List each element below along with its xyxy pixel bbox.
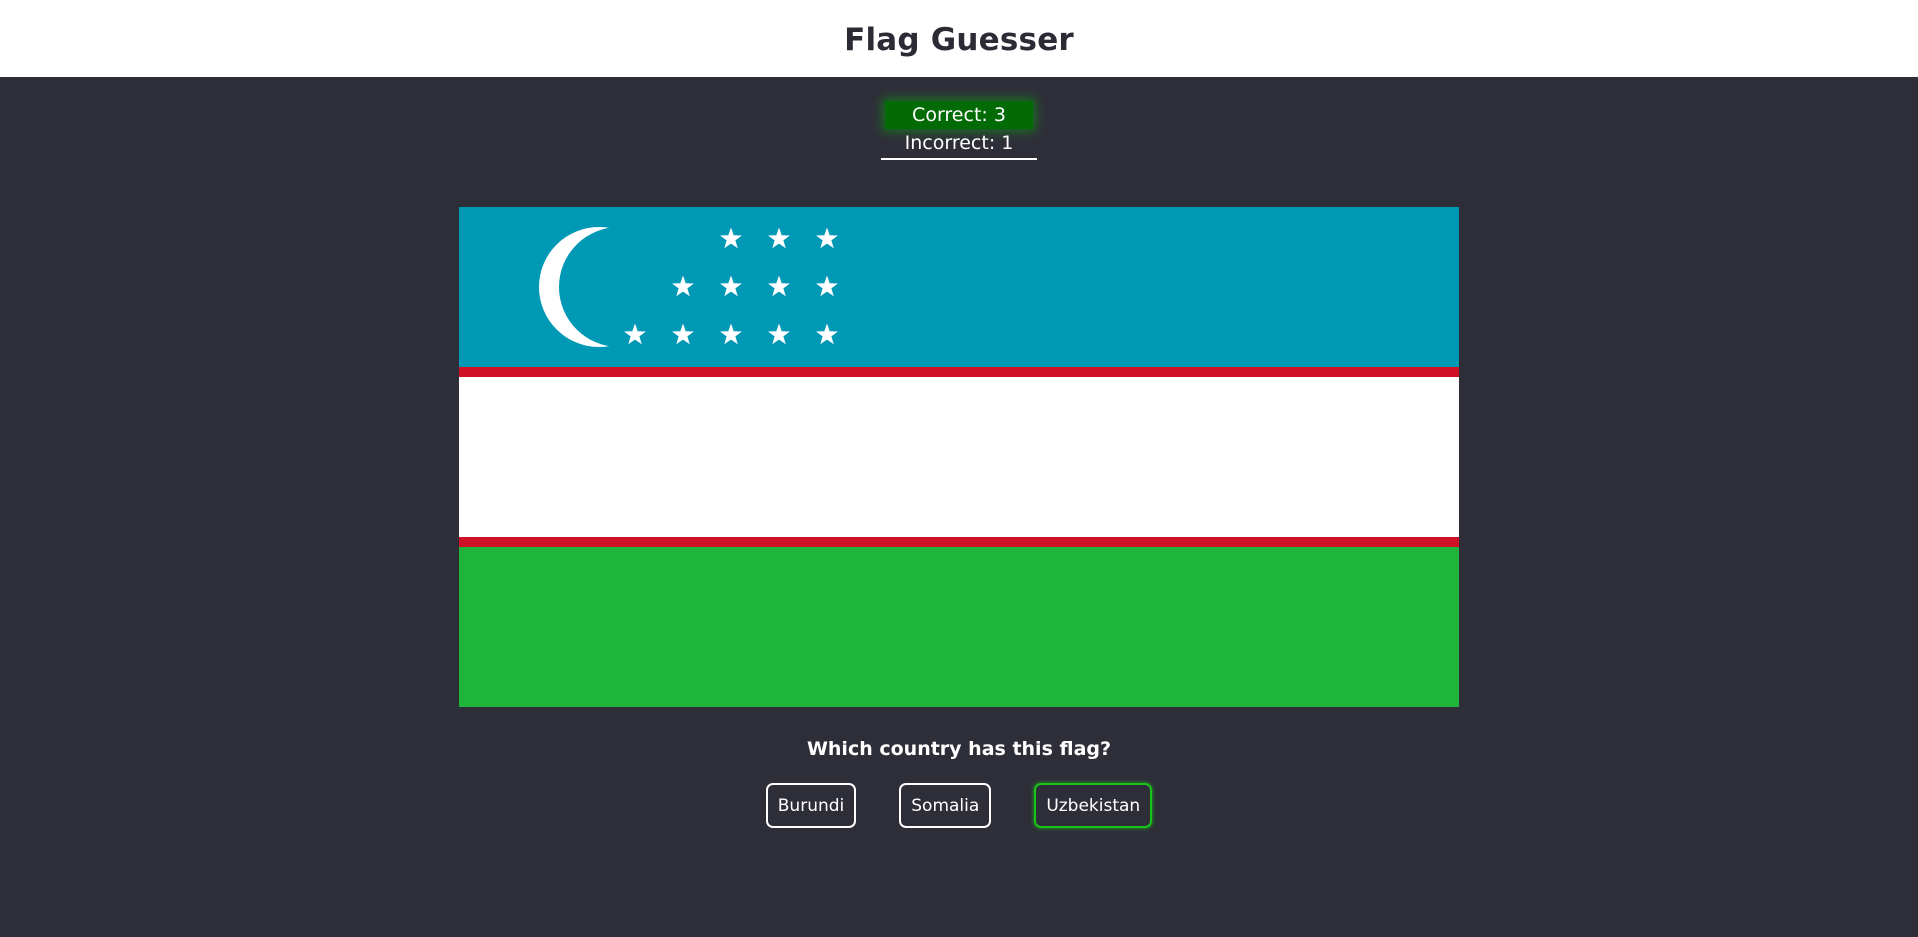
- answer-options: Burundi Somalia Uzbekistan: [0, 783, 1918, 828]
- flag-green-band: [459, 547, 1459, 707]
- incorrect-count: Incorrect: 1: [880, 129, 1038, 160]
- flag-red-stripe-top: [459, 367, 1459, 377]
- flag-red-stripe-bottom: [459, 537, 1459, 547]
- scoreboard: Correct: 3 Incorrect: 1: [0, 101, 1918, 160]
- option-button-somalia[interactable]: Somalia: [899, 783, 992, 828]
- page-title: Flag Guesser: [844, 21, 1074, 58]
- flag-white-band: [459, 377, 1459, 537]
- correct-count: Correct: 3: [885, 101, 1033, 129]
- option-button-burundi[interactable]: Burundi: [765, 783, 857, 828]
- question-text: Which country has this flag?: [806, 738, 1112, 760]
- top-bar: Flag Guesser: [0, 0, 1918, 77]
- uzbekistan-flag: [459, 207, 1459, 707]
- option-button-uzbekistan[interactable]: Uzbekistan: [1034, 783, 1153, 828]
- crescent-cutout: [559, 227, 679, 347]
- flag-image: [459, 207, 1459, 707]
